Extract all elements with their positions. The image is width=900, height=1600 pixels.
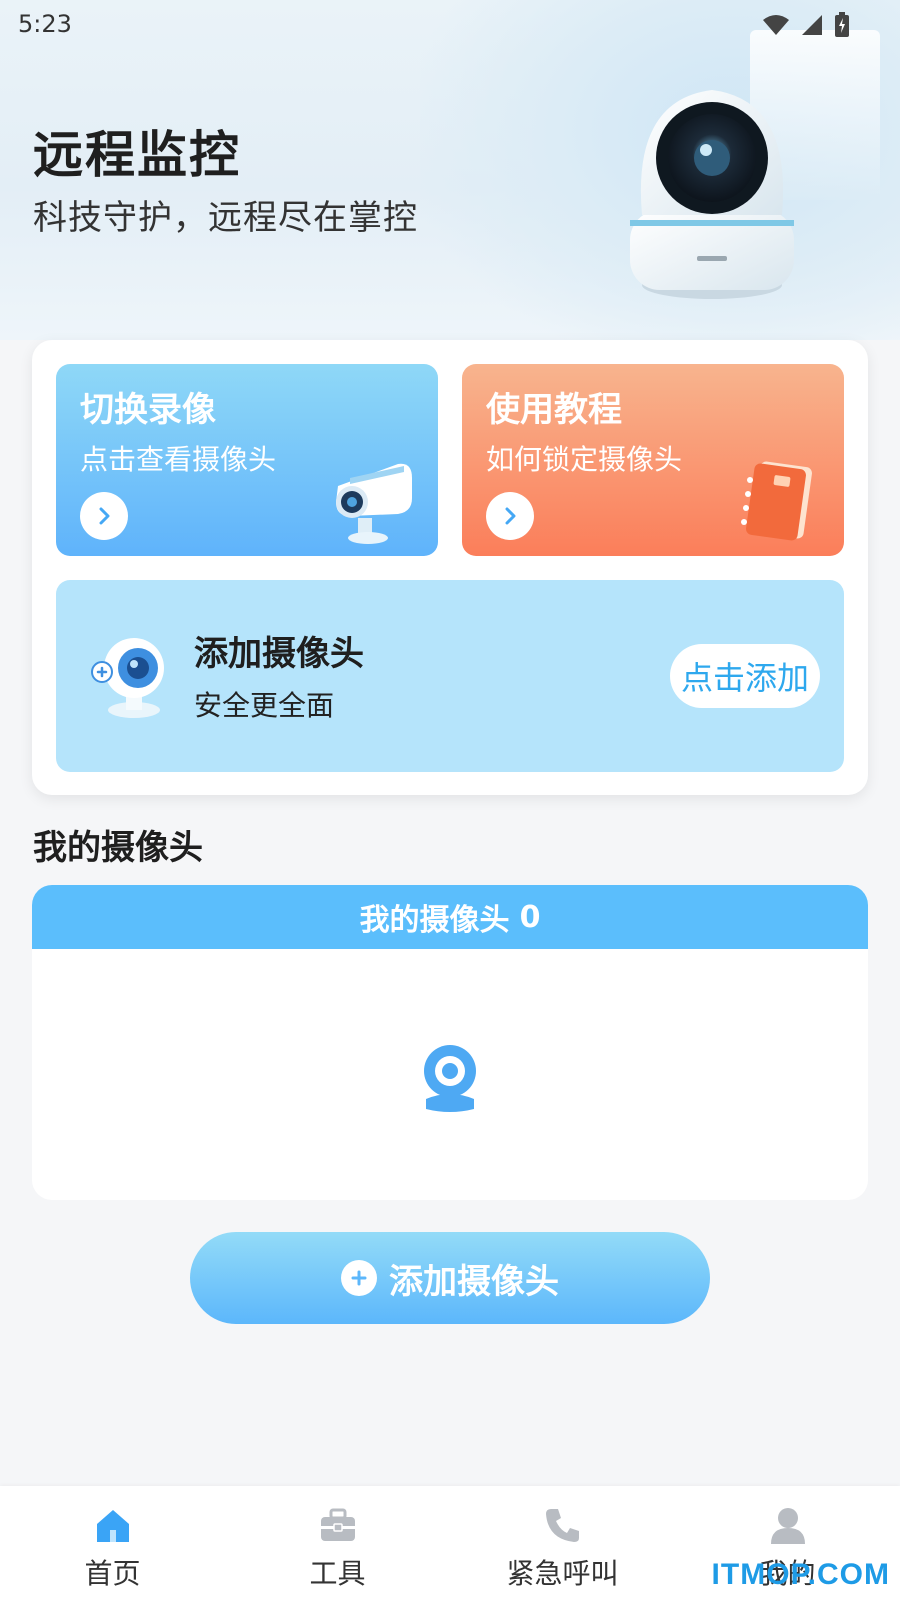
camera-count: 0 [519, 899, 541, 935]
add-camera-icon [91, 638, 164, 718]
add-panel-subtitle: 安全更全面 [194, 689, 335, 722]
switch-recording-subtitle: 点击查看摄像头 [80, 443, 277, 476]
nav-emergency-call[interactable]: 紧急呼叫 [450, 1486, 675, 1600]
notebook-icon [741, 461, 812, 541]
camera-list-card: 我的摄像头 0 [32, 885, 868, 1200]
phone-icon [545, 1509, 579, 1542]
add-camera-button-label: 添加摄像头 [389, 1261, 559, 1302]
add-panel-title: 添加摄像头 [194, 634, 364, 674]
signal-icon [802, 15, 822, 35]
nav-emergency-call-label: 紧急呼叫 [506, 1557, 619, 1590]
toolbox-icon [320, 1508, 355, 1541]
wifi-icon [763, 15, 789, 35]
chevron-right-icon [505, 507, 516, 525]
watermark: ITMOP.COM [711, 1558, 890, 1591]
switch-recording-arrow-button[interactable] [80, 492, 128, 540]
my-cameras-section-title: 我的摄像头 [33, 828, 203, 868]
add-camera-button[interactable]: 添加摄像头 [190, 1232, 710, 1324]
camera-list-header: 我的摄像头 0 [32, 885, 868, 949]
switch-recording-title: 切换录像 [80, 390, 216, 430]
webcam-icon [424, 1045, 476, 1112]
add-camera-panel[interactable]: 添加摄像头 安全更全面 点击添加 [56, 580, 844, 772]
nav-tools[interactable]: 工具 [225, 1486, 450, 1600]
tutorial-subtitle: 如何锁定摄像头 [486, 443, 683, 476]
cctv-camera-icon [336, 463, 412, 544]
hero-banner: 5:23 远程监控 科技守护，远程尽在掌控 [0, 0, 900, 340]
chevron-right-icon [99, 507, 110, 525]
user-icon [770, 1508, 805, 1544]
status-icons [762, 12, 850, 38]
security-camera-illustration [630, 90, 794, 299]
switch-recording-tile[interactable]: 切换录像 点击查看摄像头 [56, 364, 438, 556]
battery-icon [835, 12, 849, 37]
camera-list-header-label: 我的摄像头 [359, 903, 510, 938]
status-time: 5:23 [18, 10, 72, 38]
page-title: 远程监控 [33, 126, 241, 184]
click-to-add-button[interactable]: 点击添加 [670, 644, 820, 708]
status-bar: 5:23 [0, 0, 900, 50]
nav-home[interactable]: 首页 [0, 1486, 225, 1600]
tutorial-tile[interactable]: 使用教程 如何锁定摄像头 [462, 364, 844, 556]
tutorial-title: 使用教程 [486, 390, 622, 430]
tutorial-arrow-button[interactable] [486, 492, 534, 540]
plus-icon [341, 1260, 377, 1296]
feature-card: 切换录像 点击查看摄像头 使用教程 如何锁定摄像头 添加摄像头 安全更全面 点击… [32, 340, 868, 795]
nav-tools-label: 工具 [309, 1557, 366, 1590]
nav-home-label: 首页 [84, 1557, 141, 1590]
home-icon [96, 1510, 129, 1542]
page-subtitle: 科技守护，远程尽在掌控 [33, 198, 418, 238]
